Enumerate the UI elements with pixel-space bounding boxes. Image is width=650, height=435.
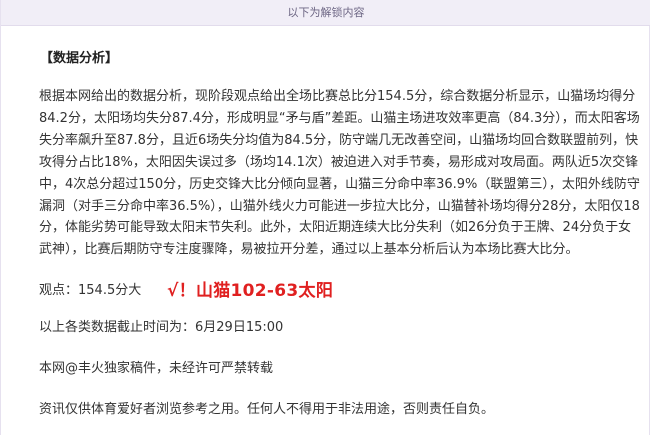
article-container: 以下为解锁内容 【数据分析】 根据本网给出的数据分析，现阶段观点给出全场比赛总比… <box>0 0 650 435</box>
unlock-banner-text: 以下为解锁内容 <box>287 6 365 19</box>
data-deadline: 以上各类数据截止时间为：6月29日15:00 <box>39 320 284 335</box>
unlock-banner: 以下为解锁内容 <box>1 0 650 26</box>
viewpoint-label: 观点：154.5分大 <box>39 282 142 298</box>
viewpoint-row: 观点：154.5分大 √！山猫102-63太阳 <box>39 277 334 301</box>
analysis-paragraph: 根据本网给出的数据分析，现阶段观点给出全场比赛总比分154.5分，综合数据分析显… <box>39 89 640 258</box>
section-title: 【数据分析】 <box>40 51 119 66</box>
disclaimer: 资讯仅供体育爱好者浏览参考之用。任何人不得用于非法用途，否则责任自负。 <box>39 402 495 417</box>
copyright-notice: 本网@丰火独家稿件，未经许可严禁转载 <box>39 361 274 376</box>
match-result: √！山猫102-63太阳 <box>167 280 334 301</box>
